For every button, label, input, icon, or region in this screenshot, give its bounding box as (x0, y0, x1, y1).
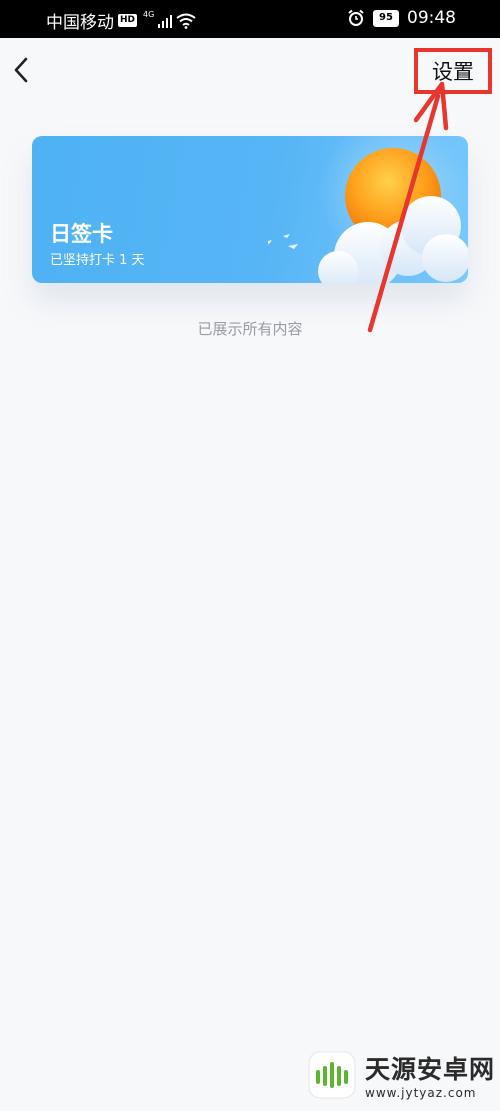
alarm-icon (348, 9, 364, 26)
sun-cloud-illustration (268, 136, 468, 283)
status-bar: 中国移动 HD 4G 95 09:48 (0, 0, 500, 38)
end-of-list-text: 已展示所有内容 (197, 320, 303, 338)
carrier-label: 中国移动 (46, 13, 114, 33)
chevron-left-icon (14, 57, 28, 83)
signal-icon (158, 14, 173, 28)
watermark: 天源安卓网 www.jytyaz.com (305, 1045, 495, 1105)
clock-time: 09:48 (407, 8, 456, 28)
card-subtitle: 已坚持打卡 1 天 (50, 253, 145, 268)
daily-sign-card[interactable]: 日签卡 已坚持打卡 1 天 (32, 136, 468, 283)
wifi-icon (176, 13, 196, 29)
settings-button[interactable]: 设置 (414, 48, 492, 94)
watermark-title: 天源安卓网 (365, 1055, 496, 1084)
nav-bar: 设置 (0, 38, 500, 102)
card-title: 日签卡 (50, 222, 113, 246)
battery-icon: 95 (373, 9, 399, 27)
watermark-url: www.jytyaz.com (365, 1086, 477, 1100)
back-button[interactable] (6, 50, 36, 90)
hd-badge: HD (118, 14, 138, 27)
android-logo-icon (308, 1051, 356, 1099)
network-label: 4G (143, 10, 155, 19)
